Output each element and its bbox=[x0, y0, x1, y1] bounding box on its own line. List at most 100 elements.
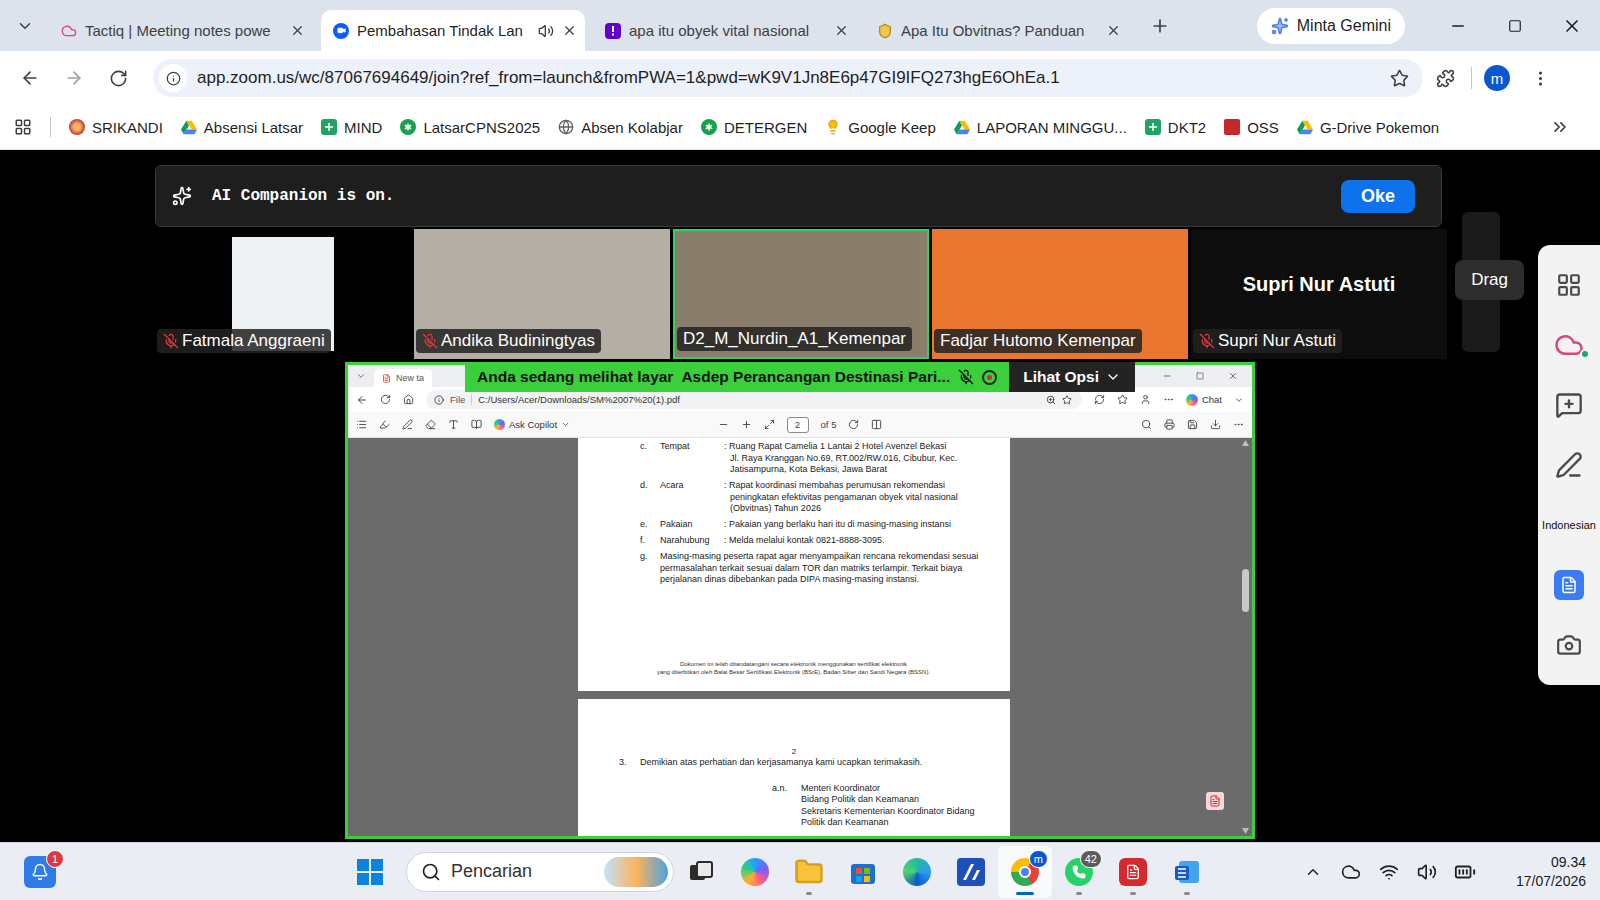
taskbar-app[interactable]: m bbox=[998, 846, 1052, 898]
annotate-button[interactable] bbox=[1538, 435, 1600, 495]
taskbar-app[interactable] bbox=[728, 846, 782, 898]
exclaim-icon bbox=[610, 26, 616, 36]
text-line: Masing-masing peserta rapat agar menyamp… bbox=[660, 551, 967, 563]
taskbar-search[interactable]: Pencarian bbox=[406, 852, 674, 892]
bookmark[interactable]: Absensi Latsar bbox=[181, 119, 303, 136]
bookmark[interactable]: LatsarCPNS2025 bbox=[400, 119, 540, 136]
notes-button[interactable] bbox=[1538, 555, 1600, 615]
view-options-button[interactable]: Lihat Opsi bbox=[1009, 362, 1135, 392]
signature-line: Politik dan Keamanan bbox=[801, 817, 990, 829]
bookmark[interactable]: SRIKANDI bbox=[69, 119, 163, 136]
scroll-down-icon bbox=[1242, 828, 1249, 834]
participant-name: Fatmala Anggraeni bbox=[182, 331, 325, 351]
chevron-down-icon bbox=[561, 420, 570, 429]
ask-copilot-button[interactable]: Ask Copilot bbox=[494, 419, 570, 430]
zoom-side-column: Indonesian bbox=[1538, 150, 1600, 842]
edge-tab[interactable]: New ta bbox=[374, 369, 432, 387]
chat-button[interactable] bbox=[1538, 375, 1600, 435]
acrobat-badge[interactable] bbox=[1206, 792, 1224, 810]
hidden-icons-button[interactable] bbox=[1298, 854, 1328, 890]
new-tab-button[interactable] bbox=[1145, 11, 1175, 41]
tab-label: apa itu obyek vital nasional bbox=[629, 22, 826, 39]
edge-address-field[interactable]: FileC:/Users/Acer/Downloads/SM%2007%20(1… bbox=[426, 390, 1082, 409]
running-indicator bbox=[1184, 892, 1190, 895]
omnibox[interactable]: app.zoom.us/wc/87067694649/join?ref_from… bbox=[153, 59, 1423, 97]
forward-button[interactable] bbox=[52, 58, 96, 98]
bookmark[interactable]: Absen Kolabjar bbox=[558, 119, 683, 136]
bookmark[interactable]: DETERGEN bbox=[701, 119, 807, 136]
back-button[interactable] bbox=[8, 58, 52, 98]
scrollbar[interactable] bbox=[1241, 440, 1250, 834]
taskbar-app[interactable] bbox=[944, 846, 998, 898]
save-icon bbox=[1187, 419, 1198, 430]
reload-button[interactable] bbox=[96, 58, 140, 98]
browser-tab[interactable]: Pembahasan Tindak Lan bbox=[321, 10, 585, 51]
scroll-thumb[interactable] bbox=[1242, 569, 1249, 612]
asterisk-icon bbox=[402, 121, 414, 133]
star-icon bbox=[400, 119, 416, 135]
sheet-icon bbox=[1145, 119, 1161, 135]
battery-button[interactable] bbox=[1450, 854, 1480, 890]
browser-tab[interactable]: Tactiq | Meeting notes powe bbox=[49, 10, 313, 51]
share-status: Anda sedang melihat layarAsdep Perancang… bbox=[465, 362, 1009, 392]
view-options-label: Lihat Opsi bbox=[1023, 368, 1099, 386]
participant-tile[interactable]: Fadjar Hutomo Kemenpar bbox=[932, 229, 1188, 359]
signature-lines: Menteri KoordinatorBidang Politik dan Ke… bbox=[801, 783, 990, 829]
text-line: peningkatan efektivitas pengamanan obyek… bbox=[724, 492, 967, 504]
taskbar-app[interactable] bbox=[1106, 846, 1160, 898]
numbered-item: 3.Demikian atas perhatian dan kerjasaman… bbox=[619, 757, 990, 769]
print-icon bbox=[1164, 419, 1175, 430]
plus-icon bbox=[323, 121, 335, 133]
wifi-button[interactable] bbox=[1374, 854, 1404, 890]
start-button[interactable] bbox=[350, 852, 390, 892]
bookmark[interactable]: Google Keep bbox=[825, 119, 936, 136]
oke-button[interactable]: Oke bbox=[1341, 180, 1415, 213]
chevron-up-icon bbox=[1304, 863, 1322, 881]
widgets-button[interactable]: 1 bbox=[24, 856, 56, 888]
site-info-button[interactable] bbox=[159, 64, 187, 92]
apps-button[interactable] bbox=[1538, 255, 1600, 315]
bookmark[interactable]: OSS bbox=[1224, 119, 1279, 136]
battery-icon bbox=[1454, 861, 1476, 883]
tab-search-button[interactable] bbox=[10, 11, 40, 41]
highlight-icon bbox=[379, 419, 390, 430]
participant-tile[interactable]: Andika Budiningtyas bbox=[414, 229, 670, 359]
bookmark[interactable]: MIND bbox=[321, 119, 382, 136]
participant-tile[interactable]: Fatmala Anggraeni bbox=[155, 229, 411, 359]
participant-tile[interactable]: Supri Nur AstutiSupri Nur Astuti bbox=[1191, 229, 1447, 359]
taskbar-app[interactable] bbox=[674, 846, 728, 898]
taskbar-app[interactable] bbox=[782, 846, 836, 898]
browser-tab[interactable]: apa itu obyek vital nasional bbox=[593, 10, 857, 51]
signature-line: Menteri Koordinator bbox=[801, 783, 990, 795]
screenshot-button[interactable] bbox=[1538, 615, 1600, 675]
volume-button[interactable] bbox=[1412, 854, 1442, 890]
bookmark[interactable]: LAPORAN MINGGU... bbox=[954, 119, 1127, 136]
browser-tab[interactable]: Apa Itu Obvitnas? Panduan bbox=[865, 10, 1129, 51]
item-value: : Melda melalui kontak 0821-8888-3095. bbox=[724, 535, 967, 547]
companion-button[interactable] bbox=[1538, 315, 1600, 375]
language-button[interactable]: Indonesian bbox=[1538, 495, 1600, 555]
taskbar-app[interactable] bbox=[890, 846, 944, 898]
clock[interactable]: 09.3417/07/2026 bbox=[1516, 853, 1586, 891]
extensions-button[interactable] bbox=[1423, 58, 1467, 98]
network-button[interactable] bbox=[1336, 854, 1366, 890]
copilot-chat-button[interactable]: Chat bbox=[1186, 394, 1222, 406]
shared-screen: Anda sedang melihat layarAsdep Perancang… bbox=[345, 362, 1255, 839]
copilot-icon bbox=[741, 858, 769, 886]
minimize-button[interactable] bbox=[1429, 0, 1486, 51]
taskbar-app[interactable]: 42 bbox=[1052, 846, 1106, 898]
taskbar-app[interactable] bbox=[1160, 846, 1214, 898]
taskbar-app[interactable] bbox=[836, 846, 890, 898]
menu-button[interactable] bbox=[1518, 58, 1562, 98]
item-value: : Pakaian yang berlaku hari itu di masin… bbox=[724, 519, 967, 531]
restore-button[interactable] bbox=[1486, 0, 1543, 51]
close-window-button[interactable] bbox=[1543, 0, 1600, 51]
search-icon bbox=[1141, 419, 1152, 430]
bookmark[interactable]: DKT2 bbox=[1145, 119, 1206, 136]
page-number-field[interactable]: 2 bbox=[787, 417, 809, 433]
item-label: Narahubung bbox=[660, 535, 724, 547]
gemini-button[interactable]: Minta Gemini bbox=[1257, 8, 1405, 44]
profile-button[interactable]: m bbox=[1484, 65, 1510, 91]
participant-tile[interactable]: D2_M_Nurdin_A1_Kemenpar bbox=[673, 229, 929, 359]
bookmark[interactable]: G-Drive Pokemon bbox=[1297, 119, 1439, 136]
